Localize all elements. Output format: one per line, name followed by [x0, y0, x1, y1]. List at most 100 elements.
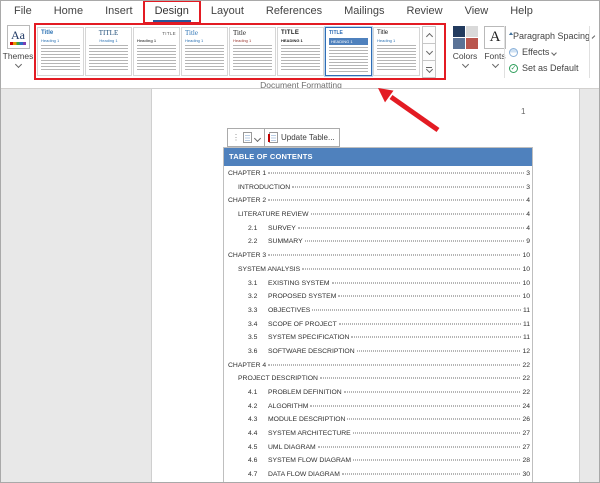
style-set-thumbnail-6[interactable]: TITLEHEADING 1	[277, 27, 324, 76]
toc-entry-title: SYSTEM ANALYSIS	[238, 266, 300, 273]
toc-entry-page: 24	[522, 403, 530, 410]
toc-entry-page: 11	[523, 307, 530, 314]
toc-entry[interactable]: CHAPTER 13	[224, 170, 532, 184]
toc-entry-number: 4.4	[248, 430, 268, 437]
style-set-thumbnail-5[interactable]: TitleHeading 1	[229, 27, 276, 76]
group-separator	[589, 26, 590, 78]
toc-entry[interactable]: 4.5UML DIAGRAM27	[224, 444, 532, 458]
toc-entry-title: CHAPTER 2	[228, 197, 266, 204]
dot-leader	[302, 268, 520, 269]
set-as-default-button[interactable]: ✓ Set as Default	[509, 60, 589, 76]
tab-file[interactable]: File	[3, 1, 43, 23]
toc-entry-page: 30	[522, 471, 530, 478]
dot-leader	[332, 282, 521, 283]
checkmark-circle-icon: ✓	[509, 64, 518, 73]
toc-entry[interactable]: 3.4SCOPE OF PROJECT11	[224, 321, 532, 335]
tab-home[interactable]: Home	[43, 1, 94, 23]
dot-leader	[305, 241, 525, 242]
tab-help[interactable]: Help	[499, 1, 544, 23]
tab-view[interactable]: View	[454, 1, 500, 23]
toc-entry[interactable]: 3.2PROPOSED SYSTEM10	[224, 293, 532, 307]
style-set-thumbnail-7-selected[interactable]: TITLEHEADING 1	[325, 27, 372, 76]
toc-entry-page: 4	[526, 225, 530, 232]
paragraph-spacing-button[interactable]: Paragraph Spacing	[509, 28, 589, 44]
style-set-thumbnail-2[interactable]: TITLEHeading 1	[85, 27, 132, 76]
style-title-preview: Title	[41, 30, 80, 37]
toc-entry[interactable]: 4.4SYSTEM ARCHITECTURE27	[224, 430, 532, 444]
toc-entry[interactable]: CHAPTER 24	[224, 197, 532, 211]
tab-design[interactable]: Design	[144, 1, 200, 23]
effects-button[interactable]: Effects	[509, 44, 589, 60]
dot-leader	[311, 214, 525, 215]
tab-review[interactable]: Review	[396, 1, 454, 23]
toc-entry[interactable]: 3.1EXISTING SYSTEM10	[224, 280, 532, 294]
gallery-scroll-up-button[interactable]	[422, 26, 436, 44]
toc-entry[interactable]: CHAPTER 310	[224, 252, 532, 266]
style-title-preview: TITLE	[89, 30, 128, 37]
dot-leader	[347, 419, 520, 420]
style-heading-preview: Heading 1	[137, 38, 176, 43]
fonts-icon: A	[484, 26, 506, 49]
toc-entry-title: INTRODUCTION	[238, 184, 290, 191]
swatch-brick-red	[466, 38, 478, 49]
toc-entry[interactable]: 4.3MODULE DESCRIPTION26	[224, 416, 532, 430]
toc-entry-title: SYSTEM ARCHITECTURE	[268, 430, 351, 437]
colors-button[interactable]: Colors	[450, 26, 480, 79]
toc-entry-number: 4.1	[248, 389, 268, 396]
style-set-thumbnail-1[interactable]: TitleHeading 1	[37, 27, 84, 76]
style-title-preview: Title	[233, 30, 272, 37]
toc-control-handle[interactable]: ⋮	[227, 128, 265, 147]
toc-entry[interactable]: LITERATURE REVIEW4	[224, 211, 532, 225]
update-table-button[interactable]: Update Table...	[264, 128, 340, 147]
toc-entry-title: OBJECTIVES	[268, 307, 310, 314]
toc-entry[interactable]: PROJECT DESCRIPTION 22	[224, 375, 532, 389]
themes-button[interactable]: Aa Themes	[3, 25, 33, 78]
toc-entry[interactable]: 4.6SYSTEM FLOW DIAGRAM28	[224, 457, 532, 471]
page-number: 1	[521, 107, 525, 116]
tab-mailings[interactable]: Mailings	[333, 1, 395, 23]
dot-leader	[357, 350, 521, 351]
toc-entry-title: PROJECT DESCRIPTION	[238, 375, 318, 382]
toc-entry[interactable]: 3.3OBJECTIVES11	[224, 307, 532, 321]
toc-entry-title: SURVEY	[268, 225, 296, 232]
style-set-thumbnail-4[interactable]: TitleHeading 1	[181, 27, 228, 76]
dot-leader	[318, 446, 521, 447]
toc-entry[interactable]: 3.6SOFTWARE DESCRIPTION12	[224, 348, 532, 362]
gallery-more-button[interactable]	[422, 60, 436, 78]
tab-layout[interactable]: Layout	[200, 1, 255, 23]
toc-entry-number: 4.2	[248, 403, 268, 410]
tab-insert[interactable]: Insert	[94, 1, 144, 23]
document-workspace: 1 ⋮ Update Table... TABLE OF CONTENTS CH…	[1, 89, 600, 483]
document-page[interactable]: 1 ⋮ Update Table... TABLE OF CONTENTS CH…	[152, 89, 579, 483]
document-formatting-gallery-annotated: TitleHeading 1TITLEHeading 1TITLEHeading…	[34, 23, 446, 80]
toc-entry[interactable]: SYSTEM ANALYSIS10	[224, 266, 532, 280]
toc-entry[interactable]: 4.1PROBLEM DEFINITION22	[224, 389, 532, 403]
drag-handle-icon: ⋮	[232, 135, 240, 141]
group-separator	[504, 26, 505, 78]
dot-leader	[339, 323, 521, 324]
tab-references[interactable]: References	[255, 1, 333, 23]
toc-entry-title: SOFTWARE DESCRIPTION	[268, 348, 355, 355]
toc-entry[interactable]: 2.1SURVEY4	[224, 225, 532, 239]
toc-entry[interactable]: 3.5SYSTEM SPECIFICATION11	[224, 334, 532, 348]
toc-entry[interactable]: CHAPTER 422	[224, 362, 532, 376]
toc-entry-title: SYSTEM SPECIFICATION	[268, 334, 349, 341]
chevron-down-icon	[592, 35, 596, 39]
style-heading-preview: Heading 1	[41, 38, 80, 43]
toc-entry[interactable]: 4.7DATA FLOW DIAGRAM30	[224, 471, 532, 483]
style-title-preview: TITLE	[137, 30, 176, 37]
toc-entry-page: 10	[522, 252, 530, 259]
style-heading-preview: Heading 1	[185, 38, 224, 43]
toc-entry-number: 3.5	[248, 334, 268, 341]
toc-entry[interactable]: 4.2ALGORITHM24	[224, 403, 532, 417]
toc-entry-page: 22	[522, 375, 530, 382]
toc-entry[interactable]: INTRODUCTION3	[224, 184, 532, 198]
theme-colors-icon	[453, 26, 478, 49]
dot-leader	[312, 309, 521, 310]
style-set-thumbnail-3[interactable]: TITLEHeading 1	[133, 27, 180, 76]
gallery-scroll-down-button[interactable]	[422, 43, 436, 61]
table-of-contents-control[interactable]: TABLE OF CONTENTS CHAPTER 13INTRODUCTION…	[223, 147, 533, 483]
toc-entry[interactable]: 2.2SUMMARY9	[224, 238, 532, 252]
style-set-thumbnail-8[interactable]: TitleHeading 1	[373, 27, 420, 76]
swatch-light-gray	[466, 26, 478, 37]
